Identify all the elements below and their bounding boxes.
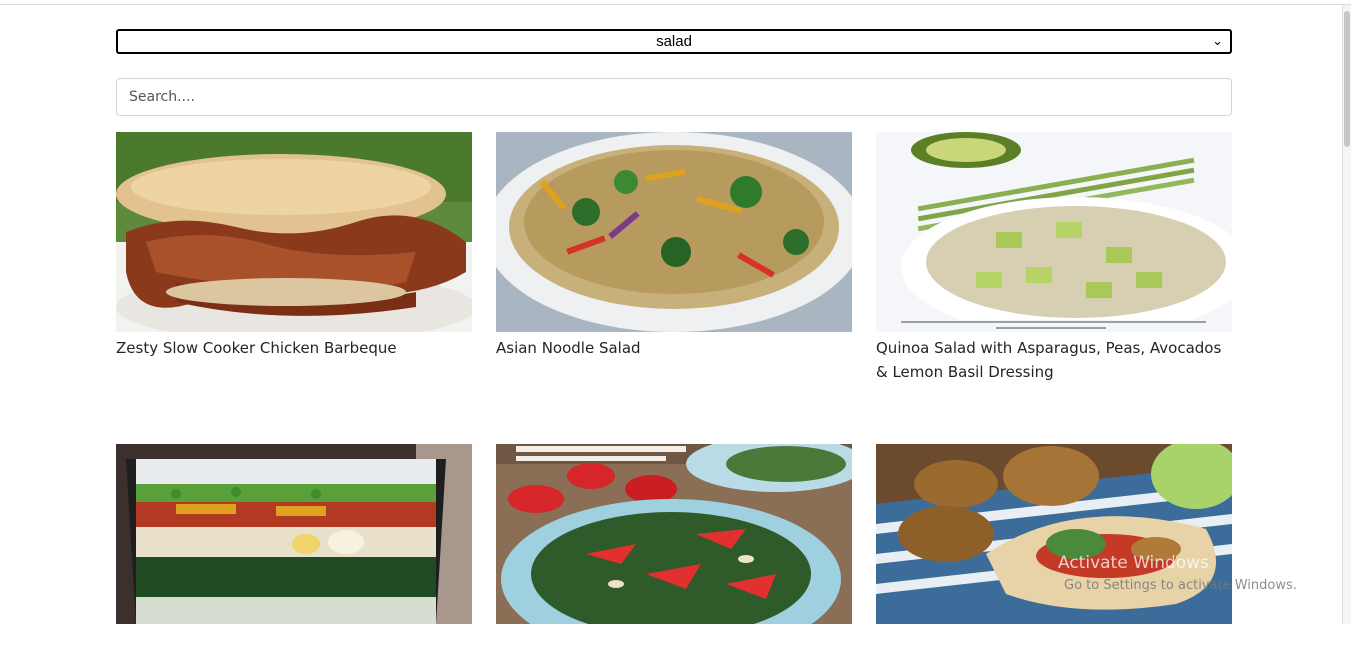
layered-salad-image[interactable] — [116, 444, 472, 644]
scrollbar-thumb[interactable] — [1344, 11, 1350, 147]
search-input[interactable] — [116, 78, 1232, 116]
recipe-title[interactable]: Zesty Slow Cooker Chicken Barbeque — [116, 336, 472, 360]
recipe-card[interactable]: Quinoa Salad with Asparagus, Peas, Avoca… — [876, 132, 1232, 384]
page-top-border — [0, 4, 1351, 5]
chevron-down-icon: ⌄ — [1212, 33, 1223, 48]
recipe-card[interactable] — [496, 444, 852, 648]
category-select-value: salad — [656, 33, 692, 50]
quinoa-salad-image[interactable] — [876, 132, 1232, 332]
category-select[interactable]: salad ⌄ — [116, 29, 1232, 54]
recipe-title[interactable]: Asian Noodle Salad — [496, 336, 852, 360]
recipe-card[interactable] — [116, 444, 472, 648]
bbq-sandwich-image[interactable] — [116, 132, 472, 332]
recipe-card[interactable] — [876, 444, 1232, 648]
page-scrollbar[interactable] — [1342, 5, 1351, 624]
recipe-card[interactable]: Asian Noodle Salad — [496, 132, 852, 360]
activate-windows-title: Activate Windows — [1058, 553, 1209, 573]
recipe-title[interactable]: Quinoa Salad with Asparagus, Peas, Avoca… — [876, 336, 1232, 384]
activate-windows-subtitle: Go to Settings to activate Windows. — [1064, 578, 1297, 593]
strawberry-kale-salad-image[interactable] — [496, 444, 852, 644]
noodle-salad-image[interactable] — [496, 132, 852, 332]
falafel-pita-image[interactable] — [876, 444, 1232, 644]
recipe-card[interactable]: Zesty Slow Cooker Chicken Barbeque — [116, 132, 472, 360]
controls: salad ⌄ — [116, 29, 1232, 116]
